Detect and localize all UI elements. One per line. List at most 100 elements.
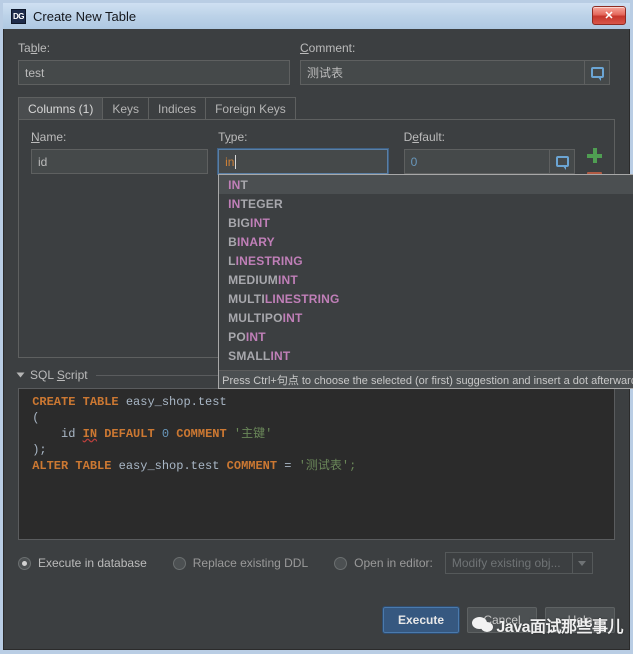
- match-prefix: B: [228, 234, 237, 249]
- autocomplete-item[interactable]: MULTI LINESTRING: [219, 289, 633, 308]
- window-title: Create New Table: [33, 8, 137, 24]
- radio-replace-existing-ddl[interactable]: Replace existing DDL: [172, 556, 309, 570]
- match-prefix: BIG: [228, 215, 251, 230]
- autocomplete-item[interactable]: MEDIUM INT: [219, 270, 633, 289]
- sql-line: );: [25, 442, 608, 458]
- match-rest: INT: [282, 310, 303, 325]
- match-prefix: IN: [228, 177, 241, 192]
- match-prefix: SMALL: [228, 348, 271, 363]
- autocomplete-hint: Press Ctrl+句点 to choose the selected (or…: [219, 370, 633, 388]
- column-default-label: Default:: [403, 130, 445, 144]
- datagrip-icon: DG: [11, 8, 26, 24]
- column-type-value: in: [225, 154, 235, 169]
- sql-punct: (: [32, 411, 40, 425]
- match-rest: INT: [250, 215, 270, 230]
- sql-keyword: TABLE: [82, 395, 119, 409]
- radio-execute-in-database[interactable]: Execute in database: [18, 556, 147, 570]
- column-name-group: Name: id: [31, 130, 209, 174]
- sql-line: id IN DEFAULT 0 COMMENT '主键': [25, 426, 608, 442]
- tab-columns[interactable]: Columns (1): [18, 97, 104, 119]
- sql-script-label: SQL Script: [30, 368, 88, 382]
- column-type-label: Type:: [218, 130, 248, 144]
- autocomplete-item[interactable]: SMALL INT: [219, 346, 633, 365]
- tab-keys[interactable]: Keys: [102, 97, 150, 119]
- autocomplete-item[interactable]: BIG INT: [219, 213, 633, 232]
- execute-button[interactable]: Execute: [381, 606, 461, 634]
- table-meta-row: Table: test Comment: 测试表: [18, 41, 615, 85]
- autocomplete-item[interactable]: MULTIPO INT: [219, 308, 633, 327]
- autocomplete-item[interactable]: L INESTRING: [219, 251, 633, 270]
- dialog-buttons: Execute Cancel Help: [381, 606, 615, 634]
- table-name-input[interactable]: test: [18, 60, 290, 85]
- editor-target-arrow[interactable]: [571, 553, 592, 573]
- create-table-dialog: Table: test Comment: 测试表 Columns (1) Key…: [3, 29, 633, 650]
- comment-bubble-icon: [590, 67, 604, 81]
- sql-keyword: DEFAULT: [104, 427, 155, 441]
- text-caret: [235, 154, 237, 169]
- match-rest: T: [240, 177, 249, 192]
- match-rest: INESTRING: [235, 253, 303, 268]
- window-title-bar: DG Create New Table ✕: [3, 3, 630, 29]
- column-default-row: 0: [403, 149, 575, 174]
- column-name-input[interactable]: id: [31, 149, 209, 174]
- radio-open-in-editor[interactable]: Open in editor:: [334, 556, 433, 570]
- sql-line: CREATE TABLE easy_shop.test: [25, 394, 608, 410]
- column-name-label: Name:: [31, 130, 67, 144]
- sql-string: '测试表';: [298, 459, 357, 473]
- radio-indicator: [172, 556, 186, 570]
- add-column-button[interactable]: [587, 148, 602, 163]
- editor-target-select[interactable]: Modify existing obj...: [444, 552, 593, 574]
- tab-columns-label: Columns (1): [28, 101, 94, 116]
- match-prefix: L: [228, 253, 236, 268]
- column-default-input[interactable]: 0: [403, 149, 550, 174]
- sql-line: ALTER TABLE easy_shop.test COMMENT = '测试…: [25, 458, 608, 474]
- tab-foreign-keys-label: Foreign Keys: [215, 101, 286, 116]
- match-prefix: MULTI: [228, 291, 265, 306]
- radio-label: Replace existing DDL: [192, 556, 309, 570]
- radio-label: Execute in database: [38, 556, 147, 570]
- sql-keyword: IN: [82, 427, 98, 441]
- match-prefix: MULTIPO: [228, 310, 283, 325]
- radio-indicator: [18, 556, 31, 570]
- match-rest: INT: [245, 329, 266, 344]
- autocomplete-item[interactable]: IN T: [219, 175, 633, 194]
- match-rest: LINESTRING: [264, 291, 340, 306]
- application-window: DG Create New Table ✕ Table: test Commen…: [0, 0, 633, 654]
- column-actions: [587, 130, 602, 176]
- autocomplete-item[interactable]: B INARY: [219, 232, 633, 251]
- help-button[interactable]: Help: [545, 607, 615, 633]
- match-rest: INT: [270, 348, 291, 363]
- columns-panel: Name: id Type: in INT INTEGER BIGINT: [18, 120, 633, 389]
- match-prefix: MEDIUM: [228, 272, 278, 287]
- sql-script-editor[interactable]: CREATE TABLE easy_shop.test ( id IN DEFA…: [18, 388, 615, 540]
- cancel-button[interactable]: Cancel: [467, 607, 537, 633]
- column-comment-editor-button[interactable]: [550, 149, 575, 174]
- column-fields-row: Name: id Type: in INT INTEGER BIGINT: [31, 130, 633, 389]
- tab-indices[interactable]: Indices: [148, 97, 207, 119]
- tab-indices-label: Indices: [158, 101, 197, 116]
- radio-label: Open in editor:: [354, 556, 433, 570]
- table-comment-input[interactable]: 测试表: [300, 60, 585, 85]
- autocomplete-item[interactable]: IN TEGER: [219, 194, 633, 213]
- tab-keys-label: Keys: [112, 101, 140, 116]
- table-comment-row: 测试表: [300, 60, 610, 85]
- tab-foreign-keys[interactable]: Foreign Keys: [205, 97, 296, 119]
- collapse-triangle-icon[interactable]: [16, 372, 25, 378]
- close-window-button[interactable]: ✕: [592, 6, 626, 25]
- sql-identifier: id: [61, 427, 76, 441]
- table-comment-group: Comment: 测试表: [300, 41, 610, 85]
- match-prefix: PO: [228, 329, 246, 344]
- sql-keyword: ALTER: [32, 459, 69, 473]
- editor-target-value: Modify existing obj...: [451, 556, 561, 570]
- type-autocomplete-popup: IN T IN TEGER BIG INT B INARY L INESTRING MED…: [218, 174, 633, 389]
- match-prefix: IN: [228, 196, 241, 211]
- sql-identifier: easy_shop.test: [118, 459, 220, 473]
- column-type-input[interactable]: in: [217, 148, 389, 175]
- sql-number: 0: [161, 427, 170, 441]
- sql-keyword: COMMENT: [176, 427, 227, 441]
- table-comment-editor-button[interactable]: [585, 60, 610, 85]
- chevron-down-icon: [578, 560, 587, 566]
- autocomplete-item[interactable]: PO INT: [219, 327, 633, 346]
- execution-options: Execute in database Replace existing DDL…: [18, 552, 615, 574]
- match-rest: INARY: [236, 234, 275, 249]
